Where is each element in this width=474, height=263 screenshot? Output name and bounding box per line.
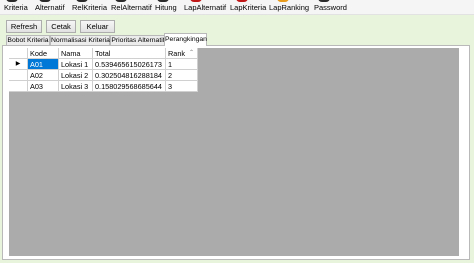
cell-rank[interactable]: 3 xyxy=(166,81,198,92)
column-header-label: Rank xyxy=(168,49,186,58)
sort-ascending-icon: ⌃ xyxy=(188,50,194,56)
keluar-button[interactable]: Keluar xyxy=(80,20,115,33)
cell-rank[interactable]: 2 xyxy=(166,70,198,81)
menu-item-lapranking[interactable]: LapRanking xyxy=(269,0,309,15)
menu-item-kriteria[interactable]: Kriteria xyxy=(4,0,28,15)
menu-bar: Kriteria Alternatif RelKriteria RelAlter… xyxy=(0,0,474,15)
menu-item-lapalternatif[interactable]: LapAlternatif xyxy=(184,0,226,15)
menu-item-label: LapKriteria xyxy=(230,3,267,12)
password-icon xyxy=(318,0,330,2)
relkriteria-icon xyxy=(76,0,88,2)
cell-total[interactable]: 0.302504816288184 xyxy=(93,70,166,81)
cell-kode[interactable]: A03 xyxy=(28,81,59,92)
tab-normalisasi-kriteria[interactable]: Normalisasi Kriteria xyxy=(50,35,110,45)
column-header-kode[interactable]: Kode xyxy=(28,48,59,59)
alternatif-icon xyxy=(39,0,51,2)
lapkriteria-icon xyxy=(236,0,248,2)
cell-kode[interactable]: A01 xyxy=(28,59,59,70)
menu-item-label: RelAlternatif xyxy=(111,3,152,12)
menu-item-password[interactable]: Password xyxy=(314,0,347,15)
menu-item-label: LapAlternatif xyxy=(184,3,227,12)
column-header-nama[interactable]: Nama xyxy=(59,48,93,59)
cell-total[interactable]: 0.539465615026173 xyxy=(93,59,166,70)
menu-item-relkriteria[interactable]: RelKriteria xyxy=(72,0,107,15)
menu-item-label: Password xyxy=(314,3,347,12)
cetak-button[interactable]: Cetak xyxy=(46,20,76,33)
menu-item-label: Kriteria xyxy=(4,3,28,12)
cell-total[interactable]: 0.158029568685644 xyxy=(93,81,166,92)
menu-item-label: LapRanking xyxy=(269,3,310,12)
ranking-grid[interactable]: Kode Nama Total Rank ⌃ ▶ A01 Lokasi 1 0.… xyxy=(9,48,459,256)
menu-item-lapkriteria[interactable]: LapKriteria xyxy=(230,0,266,15)
grid-corner-cell xyxy=(9,48,28,59)
cell-nama[interactable]: Lokasi 1 xyxy=(59,59,93,70)
tab-bobot-kriteria[interactable]: Bobot Kriteria xyxy=(6,35,50,45)
kriteria-icon xyxy=(6,0,18,2)
menu-item-label: Alternatif xyxy=(35,3,65,12)
lapalternatif-icon xyxy=(190,0,202,2)
row-header-cell[interactable] xyxy=(9,81,28,92)
cell-nama[interactable]: Lokasi 2 xyxy=(59,70,93,81)
current-row-indicator-icon: ▶ xyxy=(9,59,28,70)
menu-item-alternatif[interactable]: Alternatif xyxy=(35,0,65,15)
cell-rank[interactable]: 1 xyxy=(166,59,198,70)
hitung-icon xyxy=(157,0,169,2)
menu-item-label: RelKriteria xyxy=(72,3,108,12)
column-header-rank[interactable]: Rank ⌃ xyxy=(166,48,198,59)
refresh-button[interactable]: Refresh xyxy=(6,20,42,33)
menu-item-relalternatif[interactable]: RelAlternatif xyxy=(111,0,152,15)
tab-prioritas-alternatif[interactable]: Prioritas Alternatif xyxy=(110,35,166,45)
lapranking-icon xyxy=(277,0,289,2)
cell-kode[interactable]: A02 xyxy=(28,70,59,81)
row-header-cell[interactable] xyxy=(9,70,28,81)
menu-item-hitung[interactable]: Hitung xyxy=(155,0,177,15)
column-header-total[interactable]: Total xyxy=(93,48,166,59)
tab-perangkingan[interactable]: Perangkingan xyxy=(164,33,207,46)
menu-item-label: Hitung xyxy=(155,3,177,12)
cell-nama[interactable]: Lokasi 3 xyxy=(59,81,93,92)
relalternatif-icon xyxy=(115,0,127,2)
